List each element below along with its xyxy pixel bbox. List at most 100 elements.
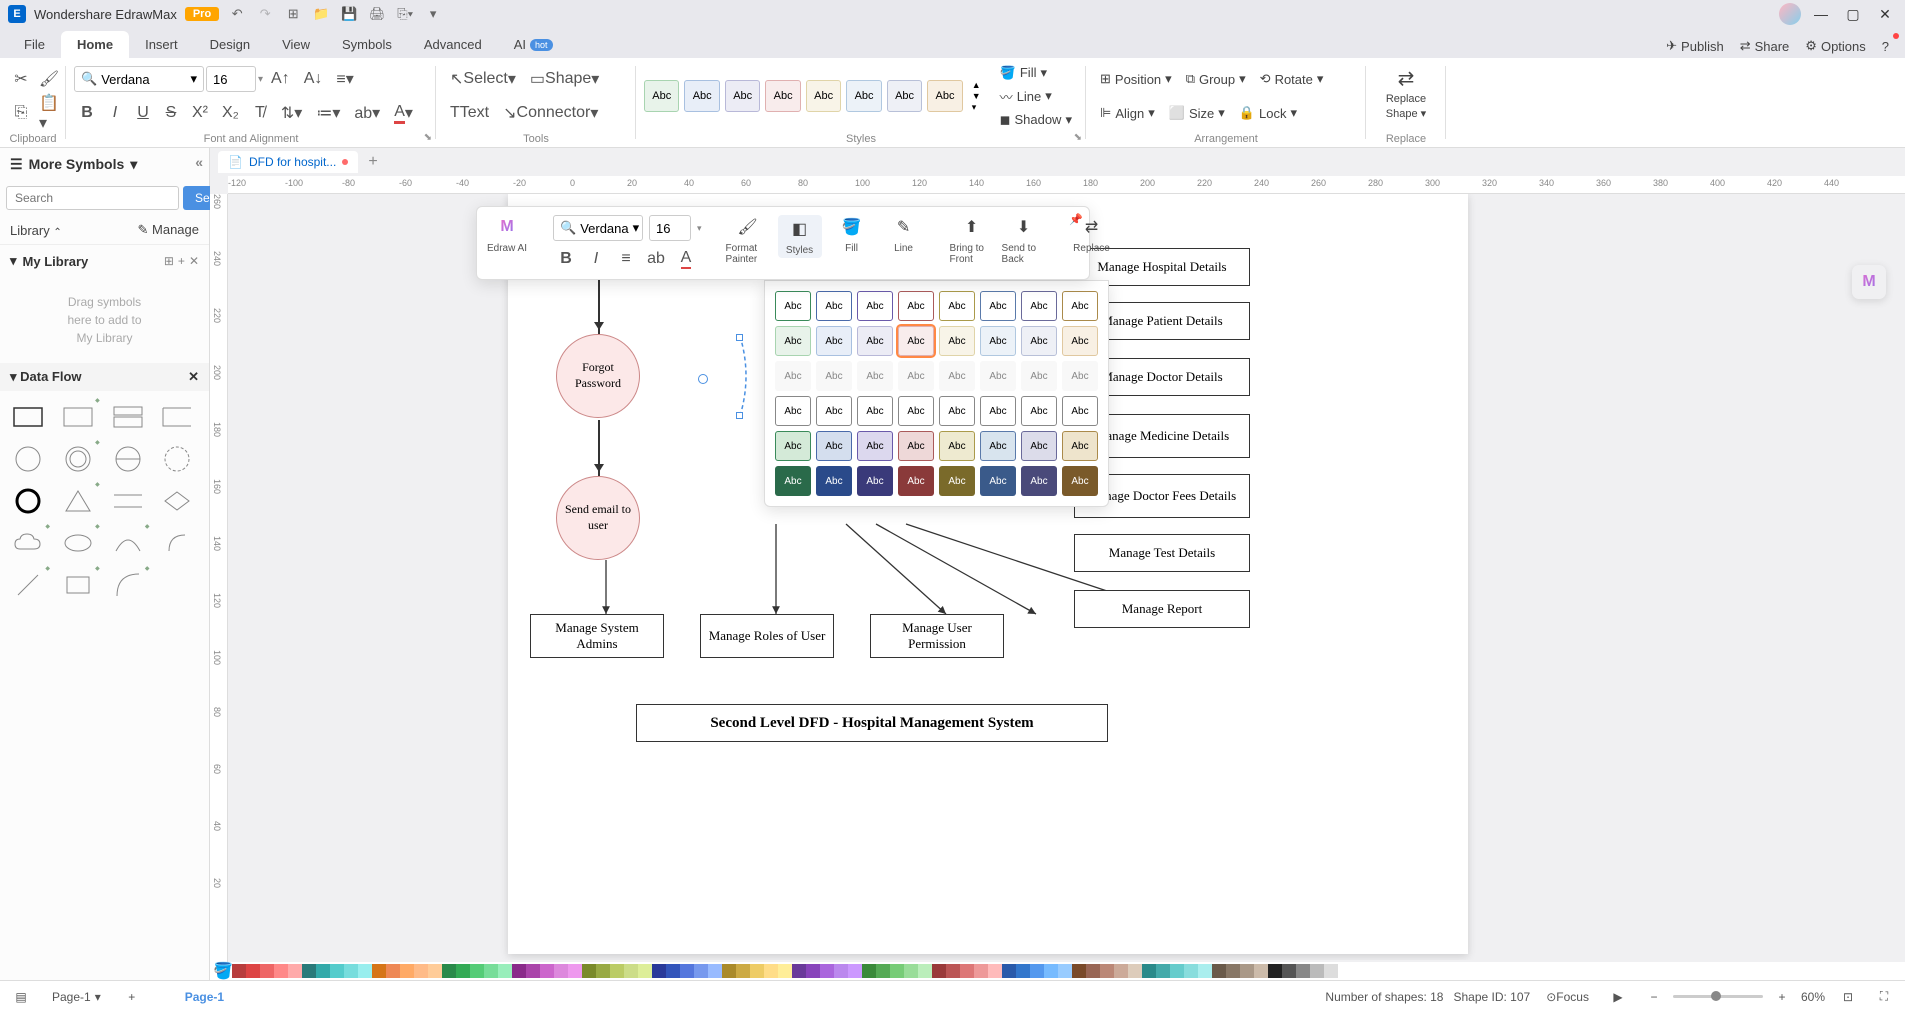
shape-curve[interactable] (108, 567, 148, 603)
style-swatch-r3-c0[interactable]: Abc (775, 361, 811, 391)
color-swatch[interactable] (666, 964, 680, 978)
canvas-viewport[interactable]: Forgot Password Send email to user Manag… (228, 194, 1905, 960)
zoom-slider[interactable] (1673, 995, 1763, 998)
color-swatch[interactable] (1072, 964, 1086, 978)
decrease-font-button[interactable]: A↓ (298, 66, 329, 92)
style-swatch-r1-c1[interactable]: Abc (816, 291, 852, 321)
color-swatch[interactable] (806, 964, 820, 978)
style-swatch-r1-c4[interactable]: Abc (939, 291, 975, 321)
list-button[interactable]: ≔▾ (310, 100, 346, 126)
style-swatch-r1-c2[interactable]: Abc (857, 291, 893, 321)
page-dropdown[interactable]: Page-1 ▾ (44, 986, 109, 1008)
line-dropdown[interactable]: 〰 Line▾ (994, 85, 1078, 108)
tab-advanced[interactable]: Advanced (408, 31, 498, 58)
color-swatch[interactable] (1170, 964, 1184, 978)
tab-file[interactable]: File (8, 31, 61, 58)
style-swatch-r5-c1[interactable]: Abc (816, 431, 852, 461)
shape-dash-circle[interactable] (157, 441, 197, 477)
color-swatch[interactable] (1002, 964, 1016, 978)
color-swatch[interactable] (876, 964, 890, 978)
color-swatch[interactable] (680, 964, 694, 978)
connector-tool[interactable]: ↘ Connector▾ (497, 100, 604, 126)
float-case[interactable]: ab (643, 247, 669, 271)
color-swatch[interactable] (1338, 964, 1352, 978)
options-button[interactable]: ⚙ Options (1797, 34, 1873, 58)
save-button[interactable]: 💾 (339, 4, 359, 24)
color-swatch[interactable] (554, 964, 568, 978)
color-swatch[interactable] (1058, 964, 1072, 978)
align-dropdown-2[interactable]: ⊫ Align▾ (1094, 103, 1161, 123)
color-swatch[interactable] (974, 964, 988, 978)
style-swatch-r1-c3[interactable]: Abc (898, 291, 934, 321)
color-swatch[interactable] (652, 964, 666, 978)
selection-handle[interactable] (736, 412, 743, 419)
color-swatch[interactable] (274, 964, 288, 978)
float-color[interactable]: A (673, 247, 699, 271)
color-swatch[interactable] (890, 964, 904, 978)
style-swatch-r4-c3[interactable]: Abc (898, 396, 934, 426)
undo-button[interactable]: ↶ (227, 4, 247, 24)
style-preset-2[interactable]: Abc (684, 80, 719, 112)
shape-arc[interactable] (108, 525, 148, 561)
color-picker-button[interactable]: 🪣 (214, 964, 232, 978)
color-swatch[interactable] (708, 964, 722, 978)
color-swatch[interactable] (848, 964, 862, 978)
doc-tab-1[interactable]: 📄 DFD for hospit... (218, 151, 358, 173)
shape-ellipse[interactable] (58, 525, 98, 561)
page-layout-button[interactable]: ▤ (8, 984, 34, 1010)
shape-double-circle[interactable] (58, 441, 98, 477)
page-indicator[interactable]: Page-1 (185, 990, 224, 1004)
color-swatch[interactable] (1240, 964, 1254, 978)
dataflow-close-icon[interactable]: ✕ (188, 369, 199, 385)
style-swatch-r6-c4[interactable]: Abc (939, 466, 975, 496)
mylib-add-icon[interactable]: + (178, 254, 185, 268)
tab-home[interactable]: Home (61, 31, 129, 58)
position-dropdown[interactable]: ⊞ Position▾ (1094, 69, 1178, 89)
color-swatch[interactable] (372, 964, 386, 978)
style-swatch-r2-c5[interactable]: Abc (980, 326, 1016, 356)
ai-fab-button[interactable]: M (1851, 264, 1887, 300)
style-swatch-r5-c6[interactable]: Abc (1021, 431, 1057, 461)
color-swatch[interactable] (1156, 964, 1170, 978)
new-button[interactable]: ⊞ (283, 4, 303, 24)
style-preset-8[interactable]: Abc (927, 80, 962, 112)
style-scroll-up[interactable]: ▲ (972, 80, 981, 90)
node-system-admins[interactable]: Manage System Admins (530, 614, 664, 658)
color-swatch[interactable] (316, 964, 330, 978)
style-expand[interactable]: ▾ (972, 102, 981, 113)
superscript-button[interactable]: X² (186, 100, 214, 126)
color-swatch[interactable] (526, 964, 540, 978)
float-align[interactable]: ≡ (613, 247, 639, 271)
dataflow-header[interactable]: ▾ Data Flow ✕ (0, 363, 209, 391)
pin-button[interactable]: 📌 (1069, 213, 1083, 226)
color-swatch[interactable] (358, 964, 372, 978)
color-swatch[interactable] (414, 964, 428, 978)
subscript-button[interactable]: X₂ (216, 100, 245, 126)
style-swatch-r4-c0[interactable]: Abc (775, 396, 811, 426)
style-swatch-r2-c7[interactable]: Abc (1062, 326, 1098, 356)
style-swatch-r3-c5[interactable]: Abc (980, 361, 1016, 391)
style-scroll-down[interactable]: ▼ (972, 91, 981, 101)
color-swatch[interactable] (820, 964, 834, 978)
mylib-grid-icon[interactable]: ⊞ (164, 254, 174, 268)
font-size-select[interactable] (206, 66, 256, 92)
color-swatch[interactable] (540, 964, 554, 978)
clear-format-button[interactable]: T̸ (247, 100, 273, 126)
my-library-header[interactable]: ▾ My Library ⊞ + ✕ (0, 245, 209, 277)
color-swatch[interactable] (428, 964, 442, 978)
style-swatch-r6-c5[interactable]: Abc (980, 466, 1016, 496)
connector[interactable] (598, 420, 600, 476)
style-swatch-r6-c6[interactable]: Abc (1021, 466, 1057, 496)
style-swatch-r4-c5[interactable]: Abc (980, 396, 1016, 426)
collapse-panel-button[interactable]: « (195, 154, 203, 170)
color-swatch[interactable] (1212, 964, 1226, 978)
node-roles[interactable]: Manage Roles of User (700, 614, 834, 658)
shape-circle-line[interactable] (108, 441, 148, 477)
node-forgot-password[interactable]: Forgot Password (556, 334, 640, 418)
shape-arc-2[interactable] (157, 525, 197, 561)
style-swatch-r2-c1[interactable]: Abc (816, 326, 852, 356)
font-launcher[interactable]: ⬊ (424, 132, 432, 143)
underline-button[interactable]: U (130, 100, 156, 126)
tab-view[interactable]: View (266, 31, 326, 58)
fill-dropdown[interactable]: 🪣 Fill▾ (994, 63, 1078, 83)
